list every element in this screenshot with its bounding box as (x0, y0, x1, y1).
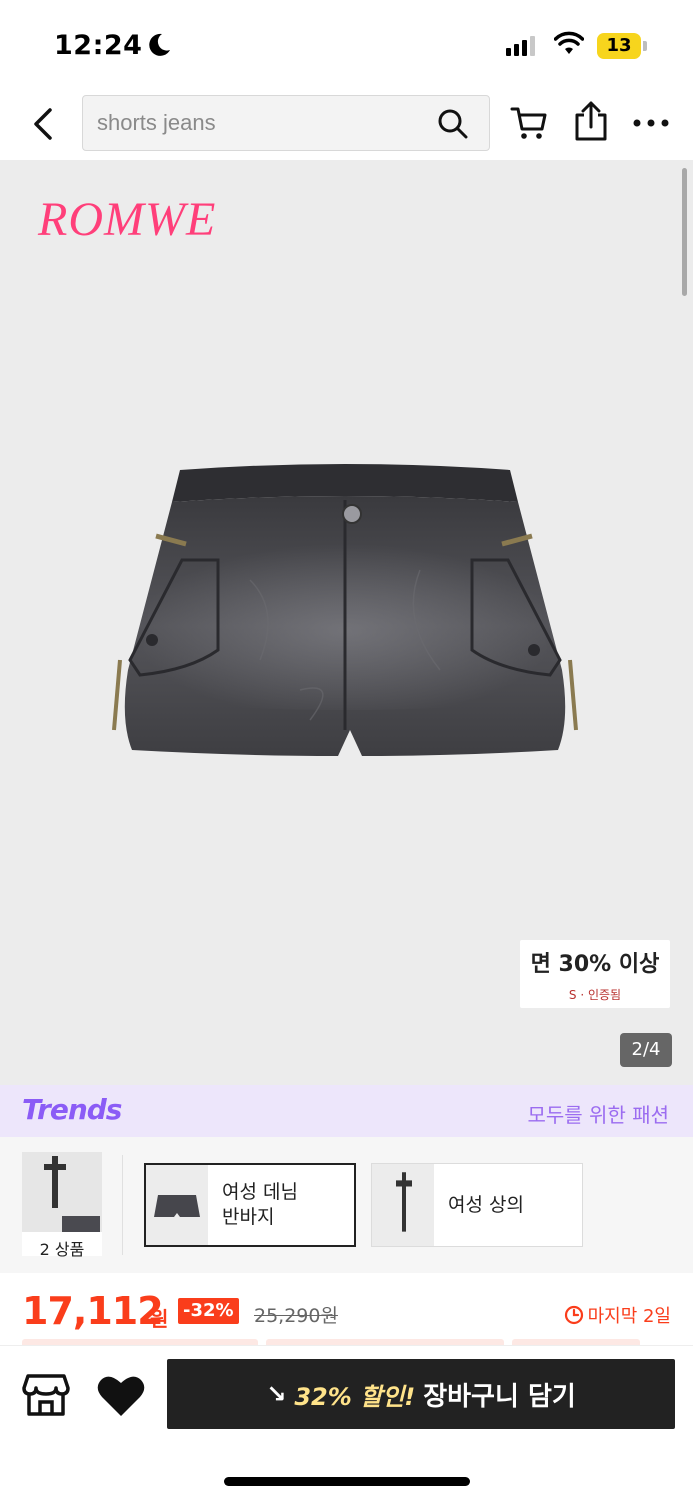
variant-thumbnail (372, 1164, 434, 1246)
divider (122, 1155, 123, 1255)
moon-icon (149, 33, 170, 56)
product-image (112, 464, 578, 756)
countdown-text: 마지막 2일 (587, 1306, 671, 1327)
cart-cta-text: 장바구니 담기 (423, 1381, 576, 1412)
bundle-thumbnail (22, 1152, 102, 1232)
original-price: 25,290원 (254, 1305, 338, 1327)
status-time: 12:24 (54, 30, 143, 61)
add-to-cart-button[interactable]: ↘ 32% 할인! 장바구니 담기 (167, 1359, 675, 1429)
search-icon[interactable] (437, 108, 469, 140)
bundle-item[interactable]: 2 상품 (22, 1152, 102, 1259)
status-bar: 12:24 13 (0, 0, 693, 90)
price-currency: 원 (150, 1307, 169, 1331)
trends-logo: Trends (22, 1093, 122, 1126)
countdown-timer: 마지막 2일 (564, 1302, 671, 1328)
more-icon[interactable] (632, 117, 670, 129)
variant-thumbnail (146, 1165, 208, 1245)
brand-logo: ROMWE (38, 193, 217, 246)
image-counter: 2/4 (620, 1033, 672, 1067)
current-price: 17,112 (22, 1289, 164, 1333)
trend-down-icon: ↘ (266, 1380, 287, 1408)
search-input[interactable]: shorts jeans (82, 95, 490, 151)
cart-icon[interactable] (510, 104, 548, 142)
clock-icon (564, 1305, 583, 1325)
bottom-action-bar: ↘ 32% 할인! 장바구니 담기 (0, 1345, 693, 1500)
share-icon[interactable] (573, 100, 609, 142)
variant-option-top[interactable]: 여성 상의 (371, 1163, 583, 1247)
cotton-badge-sub: S · 인증됨 (568, 988, 622, 1002)
variant-option-shorts[interactable]: 여성 데님 반바지 (144, 1163, 356, 1247)
bundle-count: 2 상품 (39, 1240, 85, 1259)
cotton-badge-title: 면 30% 이상 (530, 952, 660, 977)
trends-banner[interactable]: Trends 모두를 위한 패션 (0, 1085, 693, 1137)
battery-icon: 13 (597, 33, 647, 59)
product-image-gallery[interactable]: ROMWE 면 30% 이상 S · 인증됨 2/4 (0, 160, 693, 1085)
store-icon[interactable] (22, 1372, 70, 1418)
back-icon[interactable] (24, 104, 60, 144)
heart-icon[interactable] (96, 1372, 146, 1418)
signal-icon (506, 34, 535, 56)
variant-label: 여성 상의 (448, 1193, 524, 1216)
battery-level: 13 (597, 33, 641, 59)
price-section: 17,112 원 -32% 25,290원 마지막 2일 (0, 1273, 693, 1345)
cotton-certification-badge: 면 30% 이상 S · 인증됨 (520, 940, 670, 1008)
search-query: shorts jeans (97, 110, 216, 135)
scrollbar[interactable] (682, 168, 687, 296)
cart-promo-text: 32% 할인! (294, 1382, 416, 1411)
variant-label: 여성 데님 반바지 (222, 1181, 298, 1228)
wifi-icon (554, 31, 584, 54)
top-navigation: shorts jeans (0, 90, 693, 160)
variant-selector: 2 상품 여성 데님 반바지 여성 상의 (0, 1137, 693, 1273)
discount-badge: -32% (178, 1298, 239, 1324)
home-indicator[interactable] (224, 1477, 470, 1486)
trends-tagline: 모두를 위한 패션 (527, 1103, 669, 1127)
